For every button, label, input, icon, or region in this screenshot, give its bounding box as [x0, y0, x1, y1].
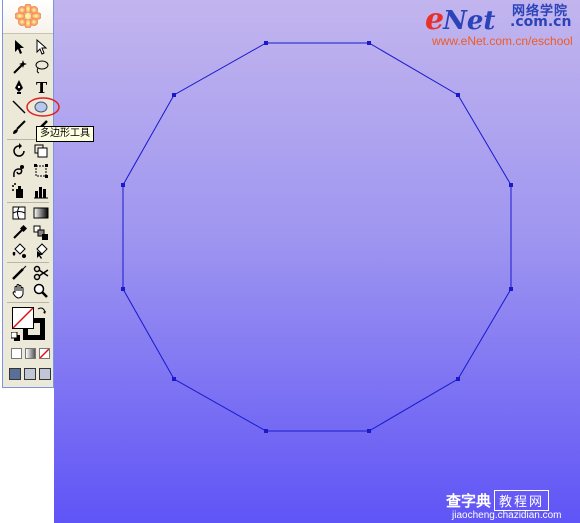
- anchor-point[interactable]: [509, 183, 513, 187]
- arrow-icon: [15, 40, 24, 54]
- selected-tool-highlight: [26, 97, 60, 117]
- paint-selection-icon: [36, 243, 48, 259]
- anchor-point[interactable]: [367, 41, 371, 45]
- live-paint-bucket-tool[interactable]: [9, 242, 29, 260]
- paintbrush-tool[interactable]: [9, 118, 29, 136]
- gradient-tool[interactable]: [31, 204, 51, 222]
- toolbox-separator: [7, 262, 49, 263]
- paint-bucket-icon: [12, 243, 26, 258]
- anchor-point[interactable]: [121, 287, 125, 291]
- full-screen-mode-button[interactable]: [39, 368, 51, 380]
- anchor-point[interactable]: [456, 377, 460, 381]
- tool-tooltip: 多边形工具: [36, 126, 94, 142]
- screen-mode-buttons: [9, 368, 51, 380]
- magic-wand-tool[interactable]: [9, 58, 29, 76]
- illustrator-flower-icon: [15, 4, 41, 28]
- anchor-point[interactable]: [121, 183, 125, 187]
- warp-tool[interactable]: [9, 162, 29, 180]
- enet-domain: .com.cn: [510, 14, 572, 30]
- toolbox-separator: [7, 302, 49, 303]
- full-screen-menu-mode-button[interactable]: [24, 368, 36, 380]
- illustrator-window: T 多边形工具 eNet 网络学院 .com.cn www.eNet.com.c…: [0, 0, 580, 523]
- mesh-icon: [12, 206, 26, 220]
- chazidian-url: jiaocheng.chazidian.com: [452, 510, 562, 521]
- none-mode-button[interactable]: [39, 348, 50, 359]
- anchor-point[interactable]: [172, 377, 176, 381]
- symbol-sprayer-icon: [12, 183, 23, 198]
- rotate-tool[interactable]: [9, 142, 29, 160]
- magic-wand-icon: [13, 60, 27, 74]
- rotate-icon: [13, 143, 25, 157]
- anchor-point[interactable]: [367, 429, 371, 433]
- lasso-icon: [35, 60, 49, 74]
- pen-tool[interactable]: [9, 78, 29, 96]
- artboard-svg: [121, 41, 513, 433]
- fill-swatch[interactable]: [12, 307, 34, 329]
- standard-screen-mode-button[interactable]: [9, 368, 21, 380]
- color-mode-buttons: [11, 348, 51, 360]
- anchor-point[interactable]: [264, 429, 268, 433]
- hand-tool[interactable]: [9, 282, 29, 300]
- selection-tool[interactable]: [9, 38, 29, 56]
- anchor-point[interactable]: [172, 93, 176, 97]
- fill-stroke-control: [11, 306, 47, 342]
- graph-icon: [34, 187, 48, 199]
- enet-logo-e: e: [425, 2, 444, 37]
- hand-icon: [12, 284, 24, 299]
- mesh-tool[interactable]: [9, 204, 29, 222]
- slice-tool[interactable]: [9, 264, 29, 282]
- symbol-sprayer-tool[interactable]: [9, 182, 29, 200]
- enet-url: www.eNet.com.cn/eschool: [432, 34, 573, 48]
- chazidian-brand: 查字典 教程网: [446, 490, 550, 511]
- chazidian-name: 查字典: [446, 492, 492, 510]
- direct-selection-tool[interactable]: [31, 38, 51, 56]
- white-arrow-icon: [36, 38, 48, 55]
- swap-icon[interactable]: [37, 306, 47, 316]
- pen-icon: [15, 80, 23, 94]
- color-mode-button[interactable]: [11, 348, 22, 359]
- enet-logo: eNet: [425, 2, 495, 37]
- anchor-point[interactable]: [509, 287, 513, 291]
- none-icon: [40, 349, 49, 358]
- eyedropper-tool[interactable]: [9, 224, 29, 242]
- warp-icon: [13, 165, 24, 178]
- gradient-icon: [33, 207, 49, 219]
- default-colors-icon[interactable]: [11, 332, 21, 342]
- eyedropper-icon: [13, 224, 28, 239]
- dodecagon-shape[interactable]: [122, 42, 512, 432]
- slice-icon: [12, 265, 27, 280]
- type-tool[interactable]: T: [31, 78, 51, 97]
- toolbox: T: [2, 0, 60, 388]
- anchor-point[interactable]: [264, 41, 268, 45]
- zoom-tool[interactable]: [31, 282, 51, 300]
- scale-tool[interactable]: [31, 142, 51, 160]
- scale-icon: [34, 144, 48, 158]
- toolbox-separator: [7, 202, 49, 203]
- blend-icon: [33, 225, 48, 240]
- blend-tool[interactable]: [31, 224, 51, 242]
- free-transform-tool[interactable]: [31, 162, 51, 180]
- anchor-point[interactable]: [456, 93, 460, 97]
- gradient-mode-button[interactable]: [25, 348, 36, 359]
- jiaocheng-box: 教程网: [494, 490, 550, 511]
- free-transform-icon: [34, 164, 48, 178]
- type-icon: T: [36, 79, 48, 97]
- scissors-icon: [33, 265, 49, 281]
- lasso-tool[interactable]: [31, 58, 51, 76]
- zoom-icon: [33, 283, 48, 298]
- live-paint-selection-tool[interactable]: [31, 242, 51, 260]
- column-graph-tool[interactable]: [31, 182, 51, 200]
- toolbox-header[interactable]: [3, 0, 53, 34]
- artboard-canvas[interactable]: [54, 0, 580, 523]
- anchor-points: [121, 41, 513, 433]
- none-fill-icon: [12, 307, 34, 329]
- scissors-tool[interactable]: [31, 264, 51, 282]
- brush-icon: [13, 120, 26, 134]
- enet-logo-net: Net: [443, 6, 496, 36]
